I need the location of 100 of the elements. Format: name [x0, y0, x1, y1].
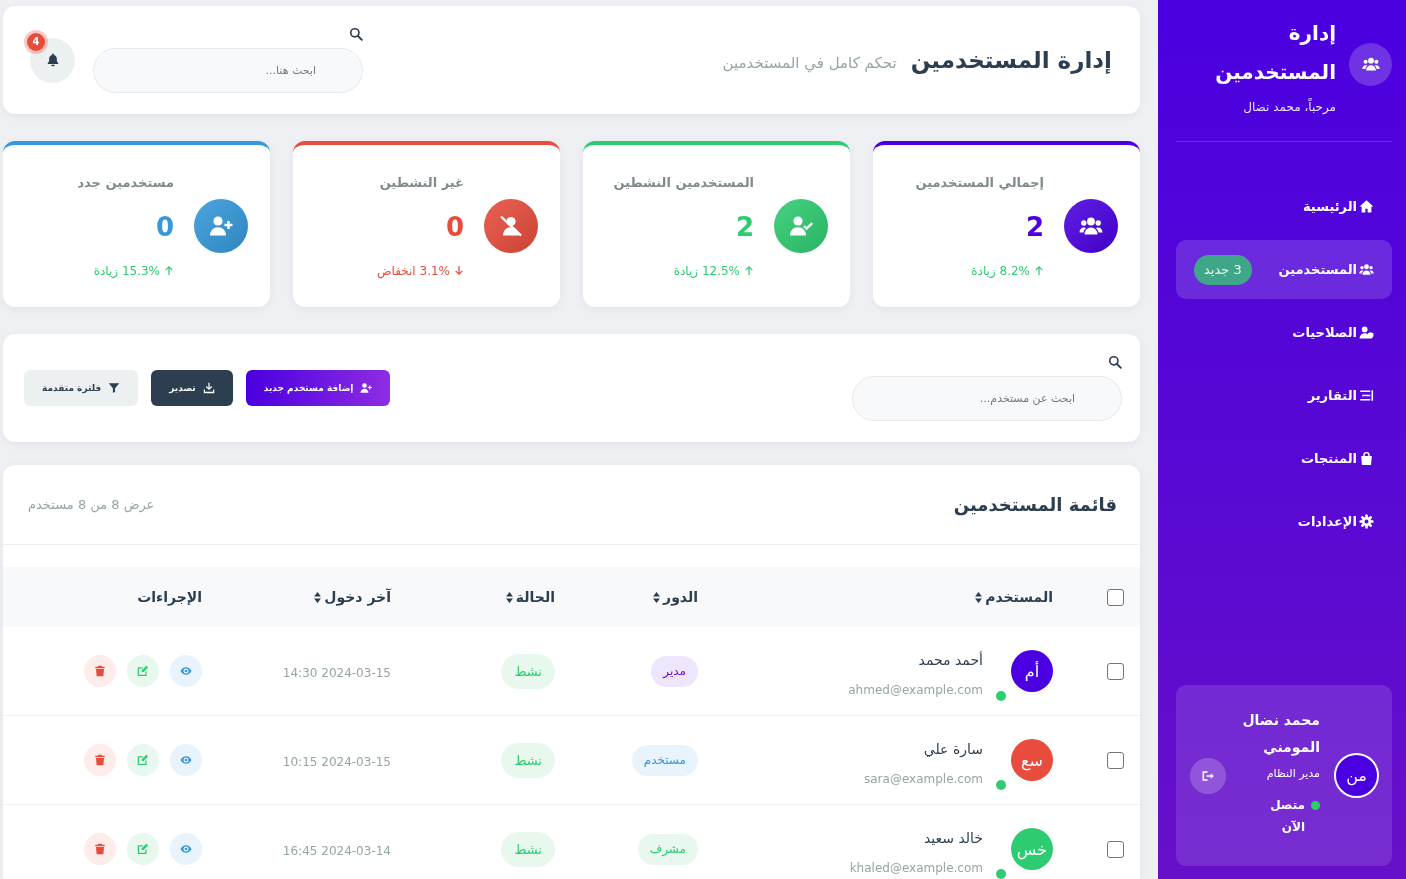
- stat-value: 2: [735, 211, 754, 242]
- role-tag: مشرف: [637, 833, 698, 865]
- eye-icon: [180, 754, 192, 766]
- user-avatar: أم: [1011, 650, 1053, 692]
- notifications-button[interactable]: [30, 37, 75, 83]
- user-name: أحمد محمد: [918, 651, 983, 668]
- sortable-column-header[interactable]: الدور: [653, 589, 698, 605]
- nav-item[interactable]: المستخدمين 3 جديد: [1176, 240, 1392, 299]
- role-tag: مستخدم: [631, 744, 698, 776]
- delete-button[interactable]: [84, 744, 116, 776]
- stat-change-text: 3.1% انخفاض: [377, 263, 450, 278]
- logout-button[interactable]: [1190, 757, 1226, 794]
- user-check-icon: [774, 199, 828, 253]
- users-icon: [1359, 262, 1374, 277]
- user-plus-icon: [360, 382, 373, 394]
- page-title: إدارة المستخدمين: [910, 47, 1112, 73]
- user-role: مدير النظام: [1266, 767, 1320, 780]
- users-icon: [1064, 199, 1118, 253]
- delete-button[interactable]: [84, 655, 116, 687]
- user-email: sara@example.com: [864, 771, 983, 786]
- users-icon: [1349, 42, 1392, 86]
- nav-item[interactable]: التقارير: [1176, 366, 1392, 425]
- nav-item[interactable]: الرئيسية: [1176, 177, 1392, 236]
- row-checkbox[interactable]: [1107, 662, 1124, 680]
- user-avatar: خس: [1011, 828, 1053, 870]
- stat-title: غير النشطين: [379, 174, 464, 190]
- status-tag: نشط: [501, 831, 555, 867]
- delete-button[interactable]: [84, 833, 116, 865]
- sortable-column-header[interactable]: المستخدم: [975, 589, 1053, 605]
- eye-icon: [180, 843, 192, 855]
- user-search-field[interactable]: ابحث عن مستخدم...: [852, 376, 1122, 421]
- last-login-date: 2024-03-15 10:15: [282, 754, 391, 769]
- settings-icon: [1359, 514, 1374, 529]
- stat-change-text: 15.3% زيادة: [93, 263, 160, 278]
- edit-button[interactable]: [127, 744, 159, 776]
- user-name: محمد نضال المومني: [1241, 711, 1320, 758]
- edit-button[interactable]: [127, 833, 159, 865]
- notification-count: 4: [27, 32, 45, 51]
- user-email: khaled@example.com: [849, 860, 983, 875]
- status-tag: نشط: [501, 742, 555, 778]
- status-text: متصل: [1270, 798, 1305, 812]
- bag-icon: [1359, 451, 1374, 466]
- user-plus-icon: [194, 199, 248, 253]
- nav-item[interactable]: الصلاحيات: [1176, 303, 1392, 362]
- home-icon: [1359, 199, 1374, 214]
- stat-change-text: 8.2% زيادة: [971, 263, 1030, 278]
- search-icon: [1108, 355, 1122, 369]
- view-button[interactable]: [170, 744, 202, 776]
- stat-value: 0: [155, 211, 174, 242]
- sign-out-icon: [1202, 769, 1214, 782]
- stat-value: 0: [445, 211, 464, 242]
- edit-icon: [137, 665, 149, 677]
- user-avatar: سع: [1011, 739, 1053, 781]
- export-button[interactable]: تصدير: [151, 370, 233, 406]
- row-checkbox[interactable]: [1107, 751, 1124, 769]
- new-count-badge: 3 جديد: [1194, 254, 1252, 285]
- select-all-checkbox[interactable]: [1107, 588, 1124, 606]
- sortable-column-header[interactable]: آخر دخول: [314, 589, 391, 605]
- stat-title: مستخدمين جدد: [77, 174, 174, 190]
- user-avatar: من: [1334, 753, 1379, 798]
- view-button[interactable]: [170, 833, 202, 865]
- download-icon: [202, 382, 215, 394]
- filter-button[interactable]: فلترة متقدمة: [24, 370, 139, 406]
- status-tag: نشط: [501, 653, 555, 689]
- nav-item[interactable]: الإعدادات: [1176, 492, 1392, 551]
- edit-icon: [137, 754, 149, 766]
- stat-title: المستخدمين النشطين: [613, 174, 754, 190]
- bell-icon: [45, 53, 60, 67]
- user-name: خالد سعيد: [923, 829, 983, 846]
- last-seen-text: الآن: [1281, 820, 1306, 834]
- search-field[interactable]: ابحث هنا...: [93, 48, 363, 93]
- filter-icon: [108, 382, 121, 394]
- user-email: ahmed@example.com: [848, 682, 983, 697]
- edit-button[interactable]: [127, 655, 159, 687]
- nav-item[interactable]: المنتجات: [1176, 429, 1392, 488]
- edit-icon: [137, 843, 149, 855]
- row-checkbox[interactable]: [1107, 840, 1124, 858]
- list-icon: [1359, 388, 1374, 403]
- user-shield-icon: [1359, 325, 1374, 340]
- table-summary: عرض 8 من 8 مستخدم: [28, 497, 155, 512]
- trash-icon: [94, 665, 106, 677]
- add-user-button[interactable]: إضافة مستخدم جديد: [245, 370, 391, 406]
- stat-value: 2: [1025, 211, 1044, 242]
- sortable-column-header[interactable]: الحالة: [505, 589, 555, 605]
- trash-icon: [94, 843, 106, 855]
- sidebar-title: إدارة المستخدمين: [1214, 20, 1336, 86]
- view-button[interactable]: [170, 655, 202, 687]
- eye-icon: [180, 665, 192, 677]
- role-tag: مدير: [651, 655, 698, 687]
- table-title: قائمة المستخدمين: [953, 494, 1117, 515]
- search-icon: [349, 27, 363, 41]
- user-name: سارة علي: [923, 740, 983, 757]
- user-slash-icon: [484, 199, 538, 253]
- welcome-text: مرحباً، محمد نضال: [1243, 100, 1336, 114]
- page-subtitle: تحكم كامل في المستخدمين: [722, 54, 897, 72]
- last-login-date: 2024-03-15 14:30: [282, 665, 391, 680]
- stat-title: إجمالي المستخدمين: [915, 174, 1044, 190]
- column-header: الإجراءات: [137, 589, 202, 605]
- trash-icon: [94, 754, 106, 766]
- last-login-date: 2024-03-14 16:45: [282, 843, 391, 858]
